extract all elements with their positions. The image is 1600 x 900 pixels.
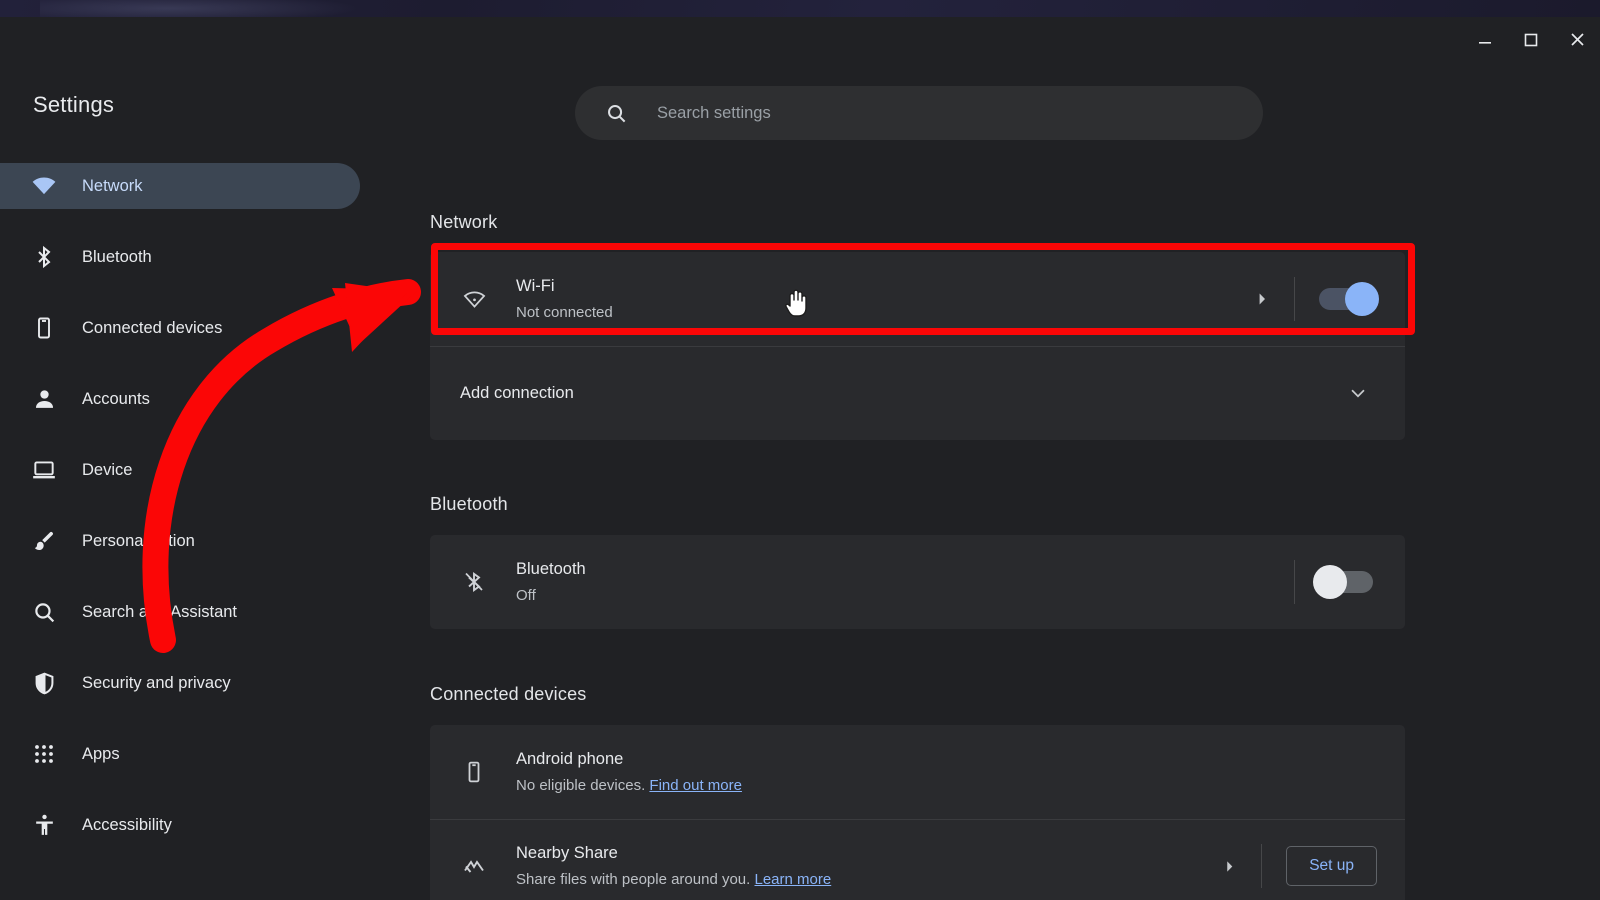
chevron-down-icon[interactable] (1347, 382, 1369, 404)
android-phone-title: Android phone (516, 750, 624, 769)
brush-icon (28, 525, 60, 557)
nearby-share-row[interactable]: Nearby Share Share files with people aro… (430, 819, 1405, 900)
sidebar-item-network[interactable]: Network (0, 163, 360, 209)
learn-more-link[interactable]: Learn more (755, 871, 832, 888)
android-phone-row[interactable]: Android phone No eligible devices. Find … (430, 725, 1405, 819)
sidebar-item-accessibility[interactable]: Accessibility (0, 802, 360, 848)
sidebar-item-connected-devices[interactable]: Connected devices (0, 305, 360, 351)
grid-icon (28, 738, 60, 770)
bluetooth-icon (28, 241, 60, 273)
sidebar-item-label: Device (82, 460, 133, 479)
bluetooth-card: Bluetooth Off (430, 535, 1405, 629)
toggle-knob (1345, 282, 1379, 316)
bluetooth-toggle[interactable] (1313, 565, 1373, 599)
phone-icon (28, 312, 60, 344)
sidebar-item-accounts[interactable]: Accounts (0, 376, 360, 422)
nearby-share-text: Nearby Share Share files with people aro… (516, 842, 1222, 889)
set-up-button[interactable]: Set up (1286, 846, 1377, 886)
wifi-icon (460, 287, 488, 312)
settings-window: Settings Network Bluetooth Connected dev… (0, 17, 1600, 900)
window-titlebar (0, 17, 1600, 62)
add-connection-row[interactable]: Add connection (430, 346, 1405, 440)
bluetooth-title: Bluetooth (516, 560, 586, 579)
sidebar-item-label: Personalisation (82, 531, 195, 550)
wifi-subtitle: Not connected (516, 303, 613, 321)
mouse-cursor (783, 286, 809, 323)
search-icon (28, 596, 60, 628)
sidebar-item-label: Accounts (82, 389, 150, 408)
sidebar-item-search-and-assistant[interactable]: Search and Assistant (0, 589, 360, 635)
find-out-more-link[interactable]: Find out more (649, 777, 742, 794)
wifi-row[interactable]: Wi-Fi Not connected (430, 252, 1405, 346)
page-title: Settings (33, 92, 115, 117)
row-divider (1294, 277, 1295, 321)
connected-devices-card: Android phone No eligible devices. Find … (430, 725, 1405, 900)
window-controls (1462, 17, 1600, 62)
person-icon (28, 383, 60, 415)
bluetooth-section-heading: Bluetooth (430, 494, 508, 514)
toggle-knob (1313, 565, 1347, 599)
add-connection-text: Add connection (460, 382, 1347, 404)
sidebar-item-label: Apps (82, 744, 120, 763)
chevron-right-icon[interactable] (1254, 291, 1270, 307)
sidebar-item-security-and-privacy[interactable]: Security and privacy (0, 660, 360, 706)
sidebar-item-label: Connected devices (82, 318, 223, 337)
accessibility-icon (28, 809, 60, 841)
bluetooth-row-text: Bluetooth Off (516, 558, 1276, 605)
sidebar-item-device[interactable]: Device (0, 447, 360, 493)
minimize-button[interactable] (1462, 17, 1508, 62)
row-divider (1261, 844, 1263, 888)
nearby-share-subtitle: Share files with people around you. Lear… (516, 869, 1222, 890)
window-content: Settings Network Bluetooth Connected dev… (0, 62, 1600, 900)
nearby-share-title: Nearby Share (516, 844, 618, 863)
bluetooth-row[interactable]: Bluetooth Off (430, 535, 1405, 629)
sidebar-item-personalisation[interactable]: Personalisation (0, 518, 360, 564)
nearby-share-subtitle-text: Share files with people around you. (516, 870, 751, 888)
wifi-title: Wi-Fi (516, 277, 555, 296)
chevron-right-icon[interactable] (1222, 859, 1237, 874)
wifi-row-text: Wi-Fi Not connected (516, 275, 1254, 322)
shield-icon (28, 667, 60, 699)
wifi-toggle[interactable] (1319, 282, 1379, 316)
row-divider (1294, 560, 1295, 604)
sidebar-nav: Network Bluetooth Connected devices Acco… (0, 163, 420, 873)
screen: Settings Network Bluetooth Connected dev… (0, 0, 1600, 900)
sidebar-item-label: Accessibility (82, 815, 172, 834)
search-input[interactable]: Search settings (575, 86, 1263, 140)
sidebar-item-label: Bluetooth (82, 247, 152, 266)
nearby-share-icon (460, 854, 488, 878)
android-phone-subtitle-text: No eligible devices. (516, 776, 646, 794)
bluetooth-icon (460, 570, 488, 594)
sidebar-item-label: Search and Assistant (82, 602, 238, 621)
wifi-icon (28, 170, 60, 202)
sidebar-item-label: Security and privacy (82, 673, 231, 692)
android-phone-text: Android phone No eligible devices. Find … (516, 748, 1405, 795)
sidebar-item-bluetooth[interactable]: Bluetooth (0, 234, 360, 280)
laptop-icon (28, 454, 60, 486)
android-phone-subtitle: No eligible devices. Find out more (516, 775, 1405, 796)
sidebar: Settings Network Bluetooth Connected dev… (0, 62, 420, 900)
search-placeholder: Search settings (657, 103, 771, 122)
search-icon (605, 102, 628, 125)
connected-devices-section-heading: Connected devices (430, 684, 587, 704)
desktop-wallpaper (0, 0, 1600, 18)
phone-icon (460, 760, 488, 784)
main-pane: Search settings Network Wi-Fi Not connec… (420, 62, 1600, 900)
network-card: Wi-Fi Not connected Add connection (430, 252, 1405, 440)
bluetooth-subtitle: Off (516, 586, 536, 604)
add-connection-label: Add connection (460, 383, 574, 402)
sidebar-item-apps[interactable]: Apps (0, 731, 360, 777)
sidebar-item-label: Network (82, 176, 143, 195)
network-section-heading: Network (430, 212, 498, 232)
close-button[interactable] (1554, 17, 1600, 62)
maximize-button[interactable] (1508, 17, 1554, 62)
